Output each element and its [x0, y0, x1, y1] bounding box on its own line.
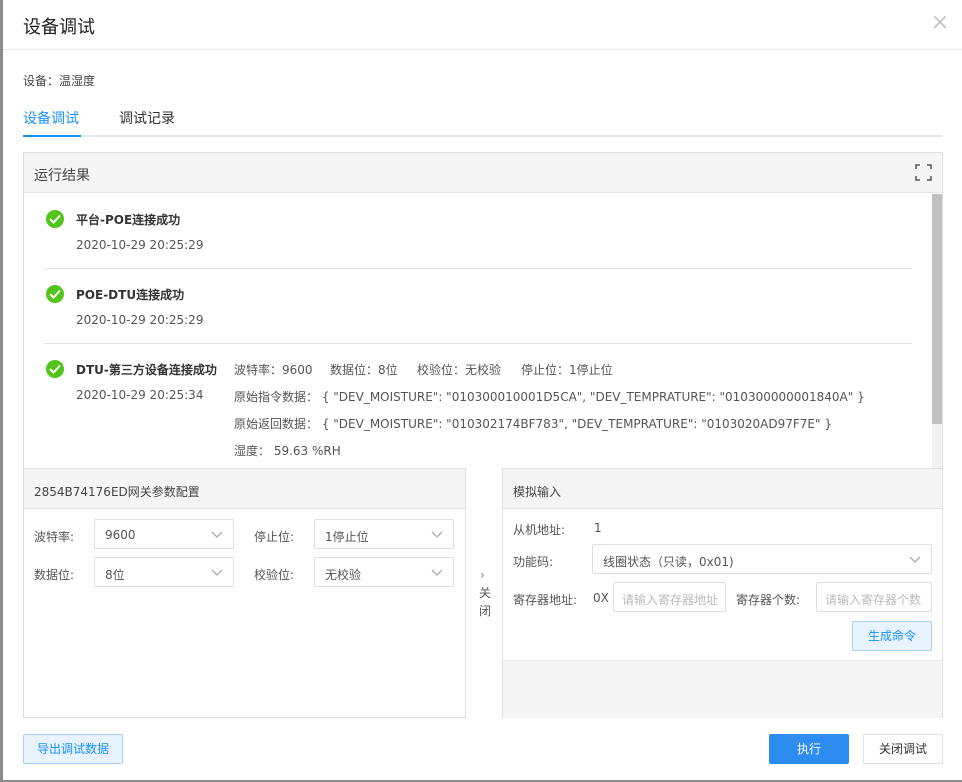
device-label: 设备：温湿度	[23, 74, 96, 88]
parity-select[interactable]: 无校验	[314, 557, 454, 587]
dialog-header: 设备调试 ×	[3, 0, 962, 50]
function-code-label: 功能码:	[513, 555, 554, 569]
toggle-label-char: 关	[479, 586, 492, 600]
humidity-value: 湿度： 59.63 %RH	[234, 444, 341, 458]
result-time: 2020-10-29 20:25:29	[76, 238, 204, 252]
success-check-icon	[46, 210, 64, 228]
chevron-down-icon	[211, 531, 223, 538]
scrollbar-thumb[interactable]	[932, 194, 942, 424]
toggle-label-char: 闭	[479, 604, 492, 618]
databits-value: 8位	[105, 568, 125, 582]
stopbits-value: 1停止位	[325, 530, 369, 544]
export-debug-data-button[interactable]: 导出调试数据	[23, 734, 123, 764]
parity-label: 校验位:	[254, 568, 295, 582]
execute-button[interactable]: 执行	[769, 734, 849, 764]
stopbits-label: 停止位:	[254, 530, 295, 544]
tab-debug-records[interactable]: 调试记录	[119, 108, 175, 138]
close-debug-button[interactable]: 关闭调试	[863, 734, 943, 764]
databits-select[interactable]: 8位	[94, 557, 234, 587]
baud-select[interactable]: 9600	[94, 519, 234, 549]
close-icon[interactable]: ×	[928, 11, 952, 35]
register-address-input[interactable]: 请输入寄存器地址	[613, 582, 726, 612]
parity-value: 无校验	[325, 568, 362, 582]
success-check-icon	[46, 285, 64, 303]
result-time: 2020-10-29 20:25:29	[76, 313, 204, 327]
baud-label: 波特率:	[34, 530, 75, 544]
results-title: 运行结果	[34, 168, 90, 184]
chevron-down-icon	[909, 556, 921, 563]
chevron-down-icon	[431, 531, 443, 538]
collapse-toggle[interactable]: › 关 闭	[465, 468, 503, 718]
tab-bar: 设备调试 调试记录	[23, 100, 943, 137]
baud-value: 9600	[105, 528, 136, 542]
register-count-input[interactable]: 请输入寄存器个数	[816, 582, 932, 612]
chevron-right-icon: ›	[480, 568, 485, 582]
simulated-input-header: 模拟输入	[503, 469, 942, 509]
stopbits-select[interactable]: 1停止位	[314, 519, 454, 549]
result-item: 平台-POE连接成功 2020-10-29 20:25:29	[44, 194, 912, 269]
function-code-select[interactable]: 线圈状态（只读，0x01)	[592, 544, 932, 574]
generate-command-button[interactable]: 生成命令	[852, 621, 932, 651]
databits-info: 数据位：8位	[330, 363, 398, 377]
result-title: POE-DTU连接成功	[76, 288, 185, 302]
result-title: DTU-第三方设备连接成功	[76, 363, 217, 377]
gateway-config-title: 2854B74176ED网关参数配置	[34, 485, 200, 499]
parity-info: 校验位：无校验	[417, 363, 502, 377]
register-prefix: 0X	[593, 591, 609, 605]
success-check-icon	[46, 360, 64, 378]
simulated-input-title: 模拟输入	[513, 485, 562, 499]
results-list[interactable]: 平台-POE连接成功 2020-10-29 20:25:29 POE-DTU连接…	[24, 194, 942, 468]
slave-address-label: 从机地址:	[513, 523, 566, 537]
databits-label: 数据位:	[34, 568, 75, 582]
result-title: 平台-POE连接成功	[76, 213, 181, 227]
results-panel: 运行结果 平台-POE连接成功 2020-10-29 20:25:29 POE-…	[23, 152, 943, 718]
slave-address-value: 1	[594, 521, 602, 535]
baud-info: 波特率：9600	[234, 363, 313, 377]
result-item: POE-DTU连接成功 2020-10-29 20:25:29	[44, 269, 912, 344]
register-count-label: 寄存器个数:	[736, 593, 801, 607]
results-scrollbar[interactable]	[932, 194, 942, 468]
dialog-title: 设备调试	[23, 17, 95, 38]
result-time: 2020-10-29 20:25:34	[76, 388, 204, 402]
fullscreen-icon[interactable]	[915, 164, 932, 181]
register-address-label: 寄存器地址:	[513, 593, 578, 607]
register-address-placeholder: 请输入寄存器地址	[622, 593, 719, 607]
chevron-down-icon	[211, 569, 223, 576]
gateway-config-header: 2854B74176ED网关参数配置	[24, 469, 465, 509]
stopbits-info: 停止位：1停止位	[521, 363, 613, 377]
result-item: DTU-第三方设备连接成功 2020-10-29 20:25:34 波特率：96…	[44, 344, 912, 468]
results-header: 运行结果	[24, 153, 942, 193]
tab-active-indicator	[23, 135, 81, 137]
gateway-config-panel: 2854B74176ED网关参数配置 波特率: 9600 停止位: 1停止位 数…	[24, 468, 465, 718]
debug-dialog: 设备调试 × 设备：温湿度 设备调试 调试记录 运行结果 平台-POE连接成功 …	[3, 0, 962, 780]
simulated-input-panel: 模拟输入 从机地址: 1 功能码: 线圈状态（只读，0x01) 寄存器地址: 0…	[503, 468, 942, 718]
register-count-placeholder: 请输入寄存器个数	[825, 593, 922, 607]
raw-return-data: 原始返回数据： { "DEV_MOISTURE": "010302174BF78…	[234, 417, 832, 431]
tab-device-debug[interactable]: 设备调试	[23, 108, 79, 138]
function-code-value: 线圈状态（只读，0x01)	[603, 555, 734, 569]
command-output-area	[503, 660, 942, 718]
raw-command-data: 原始指令数据： { "DEV_MOISTURE": "010300010001D…	[234, 390, 865, 404]
chevron-down-icon	[431, 569, 443, 576]
